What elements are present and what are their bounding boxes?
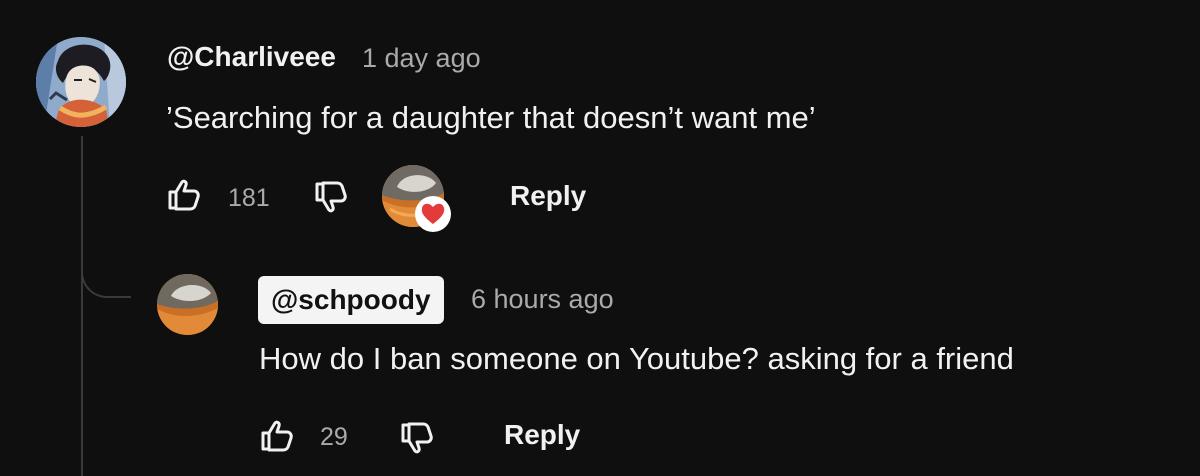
commenter-avatar[interactable] bbox=[36, 37, 126, 127]
thumbs-up-icon[interactable] bbox=[164, 176, 202, 214]
comment-timestamp[interactable]: 1 day ago bbox=[362, 43, 481, 74]
thumbs-up-icon[interactable] bbox=[257, 417, 295, 455]
reply-timestamp[interactable]: 6 hours ago bbox=[471, 284, 614, 315]
reply-button[interactable]: Reply bbox=[504, 419, 580, 451]
reply-button[interactable]: Reply bbox=[510, 180, 586, 212]
reply-author-chip[interactable]: @schpoody bbox=[258, 276, 444, 324]
reply-text: How do I ban someone on Youtube? asking … bbox=[259, 341, 1014, 376]
thumbs-down-icon[interactable] bbox=[397, 419, 435, 457]
reply-thread-connector bbox=[81, 250, 131, 298]
creator-heart bbox=[382, 165, 454, 233]
heart-icon bbox=[414, 195, 452, 233]
cat-avatar-image bbox=[157, 274, 218, 335]
comment-text: ’Searching for a daughter that doesn’t w… bbox=[166, 100, 816, 135]
reply-author-avatar[interactable] bbox=[157, 274, 218, 335]
anime-avatar-image bbox=[36, 37, 126, 127]
thumbs-down-icon[interactable] bbox=[311, 178, 349, 216]
like-count: 181 bbox=[228, 184, 270, 212]
reply-thread-line bbox=[81, 136, 83, 476]
reply-like-count: 29 bbox=[320, 423, 348, 451]
comment-author[interactable]: @Charliveee bbox=[167, 41, 336, 73]
